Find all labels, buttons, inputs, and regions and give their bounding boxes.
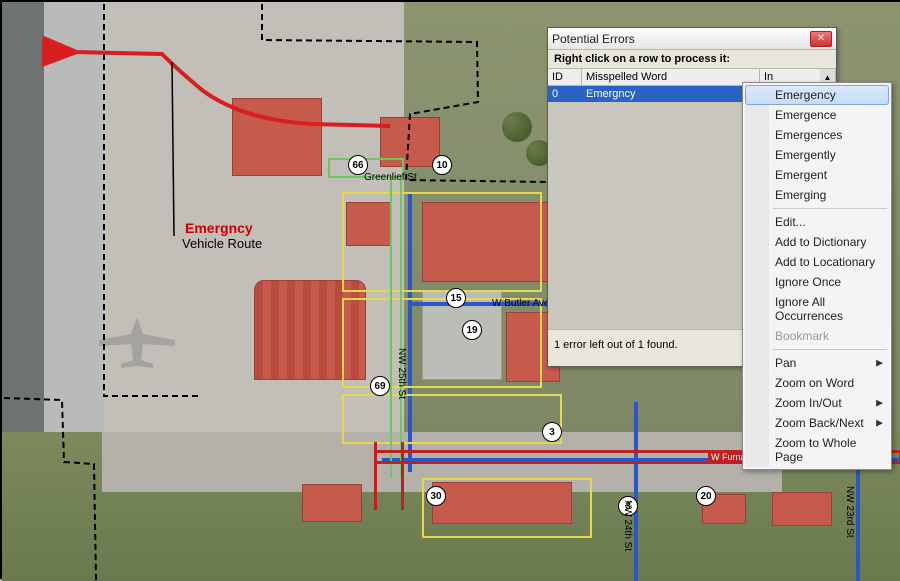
menu-add-dictionary[interactable]: Add to Dictionary: [745, 232, 889, 252]
bldg-num: 15: [446, 288, 466, 308]
menu-pan[interactable]: Pan ▶: [745, 353, 889, 373]
menu-zoom-backnext[interactable]: Zoom Back/Next ▶: [745, 413, 889, 433]
close-button[interactable]: ✕: [810, 31, 832, 47]
menu-add-locationary[interactable]: Add to Locationary: [745, 252, 889, 272]
chevron-right-icon: ▶: [876, 358, 883, 369]
status-text: 1 error left out of 1 found.: [554, 339, 678, 351]
bldg: [232, 98, 322, 176]
block-outline: [342, 298, 542, 388]
misspelled-label: Emergncy: [185, 220, 253, 236]
suggestion-emergence[interactable]: Emergence: [745, 105, 889, 125]
bldg-num: 30: [426, 486, 446, 506]
road-nw24: [634, 402, 638, 581]
street-label: Greenlief St: [364, 172, 417, 183]
cell-word: Emergncy: [582, 86, 760, 102]
block-outline: [342, 394, 562, 444]
aircraft-silhouette: [97, 312, 177, 372]
menu-edit[interactable]: Edit...: [745, 212, 889, 232]
menu-ignore-all[interactable]: Ignore All Occurrences: [745, 292, 889, 326]
menu-separator: [773, 208, 887, 209]
menu-label: Pan: [775, 356, 796, 370]
taxiway: [44, 2, 104, 432]
block-outline: [342, 192, 542, 292]
chevron-right-icon: ▶: [876, 418, 883, 429]
green-route: [390, 178, 402, 478]
panel-titlebar[interactable]: Potential Errors ✕: [548, 28, 836, 50]
bldg: [302, 484, 362, 522]
cell-id: 0: [548, 86, 582, 102]
context-menu: Emergency Emergence Emergences Emergentl…: [742, 82, 892, 470]
col-word[interactable]: Misspelled Word: [582, 69, 760, 85]
tree: [502, 112, 532, 142]
bldg-num: 10: [432, 155, 452, 175]
menu-bookmark: Bookmark: [745, 326, 889, 346]
menu-zoom-whole[interactable]: Zoom to Whole Page: [745, 433, 889, 467]
street-label: NW 25th St: [396, 348, 407, 399]
bldg: [772, 492, 832, 526]
menu-label: Zoom Back/Next: [775, 416, 864, 430]
panel-title: Potential Errors: [552, 32, 810, 46]
suggestion-emergently[interactable]: Emergently: [745, 145, 889, 165]
chevron-right-icon: ▶: [876, 398, 883, 409]
street-label: W Butler Ave: [492, 298, 550, 309]
suggestion-emergent[interactable]: Emergent: [745, 165, 889, 185]
street-label: NW 23rd St: [844, 486, 855, 538]
menu-zoom-inout[interactable]: Zoom In/Out ▶: [745, 393, 889, 413]
col-id[interactable]: ID: [548, 69, 582, 85]
menu-label: Zoom In/Out: [775, 396, 842, 410]
bldg-num: 20: [696, 486, 716, 506]
suggestion-emergences[interactable]: Emergences: [745, 125, 889, 145]
close-icon: ✕: [817, 33, 825, 44]
runway: [2, 2, 44, 432]
block-outline: [422, 478, 592, 538]
street-label: NW 24th St: [622, 500, 633, 551]
panel-hint: Right click on a row to process it:: [548, 50, 836, 68]
furnas-connector: [374, 442, 404, 510]
menu-zoom-word[interactable]: Zoom on Word: [745, 373, 889, 393]
bldg-num: 19: [462, 320, 482, 340]
bldg-num: 3: [542, 422, 562, 442]
suggestion-emerging[interactable]: Emerging: [745, 185, 889, 205]
menu-ignore-once[interactable]: Ignore Once: [745, 272, 889, 292]
menu-separator: [773, 349, 887, 350]
suggestion-emergency[interactable]: Emergency: [745, 85, 889, 105]
bldg-num: 69: [370, 376, 390, 396]
route-sublabel: Vehicle Route: [182, 236, 262, 251]
